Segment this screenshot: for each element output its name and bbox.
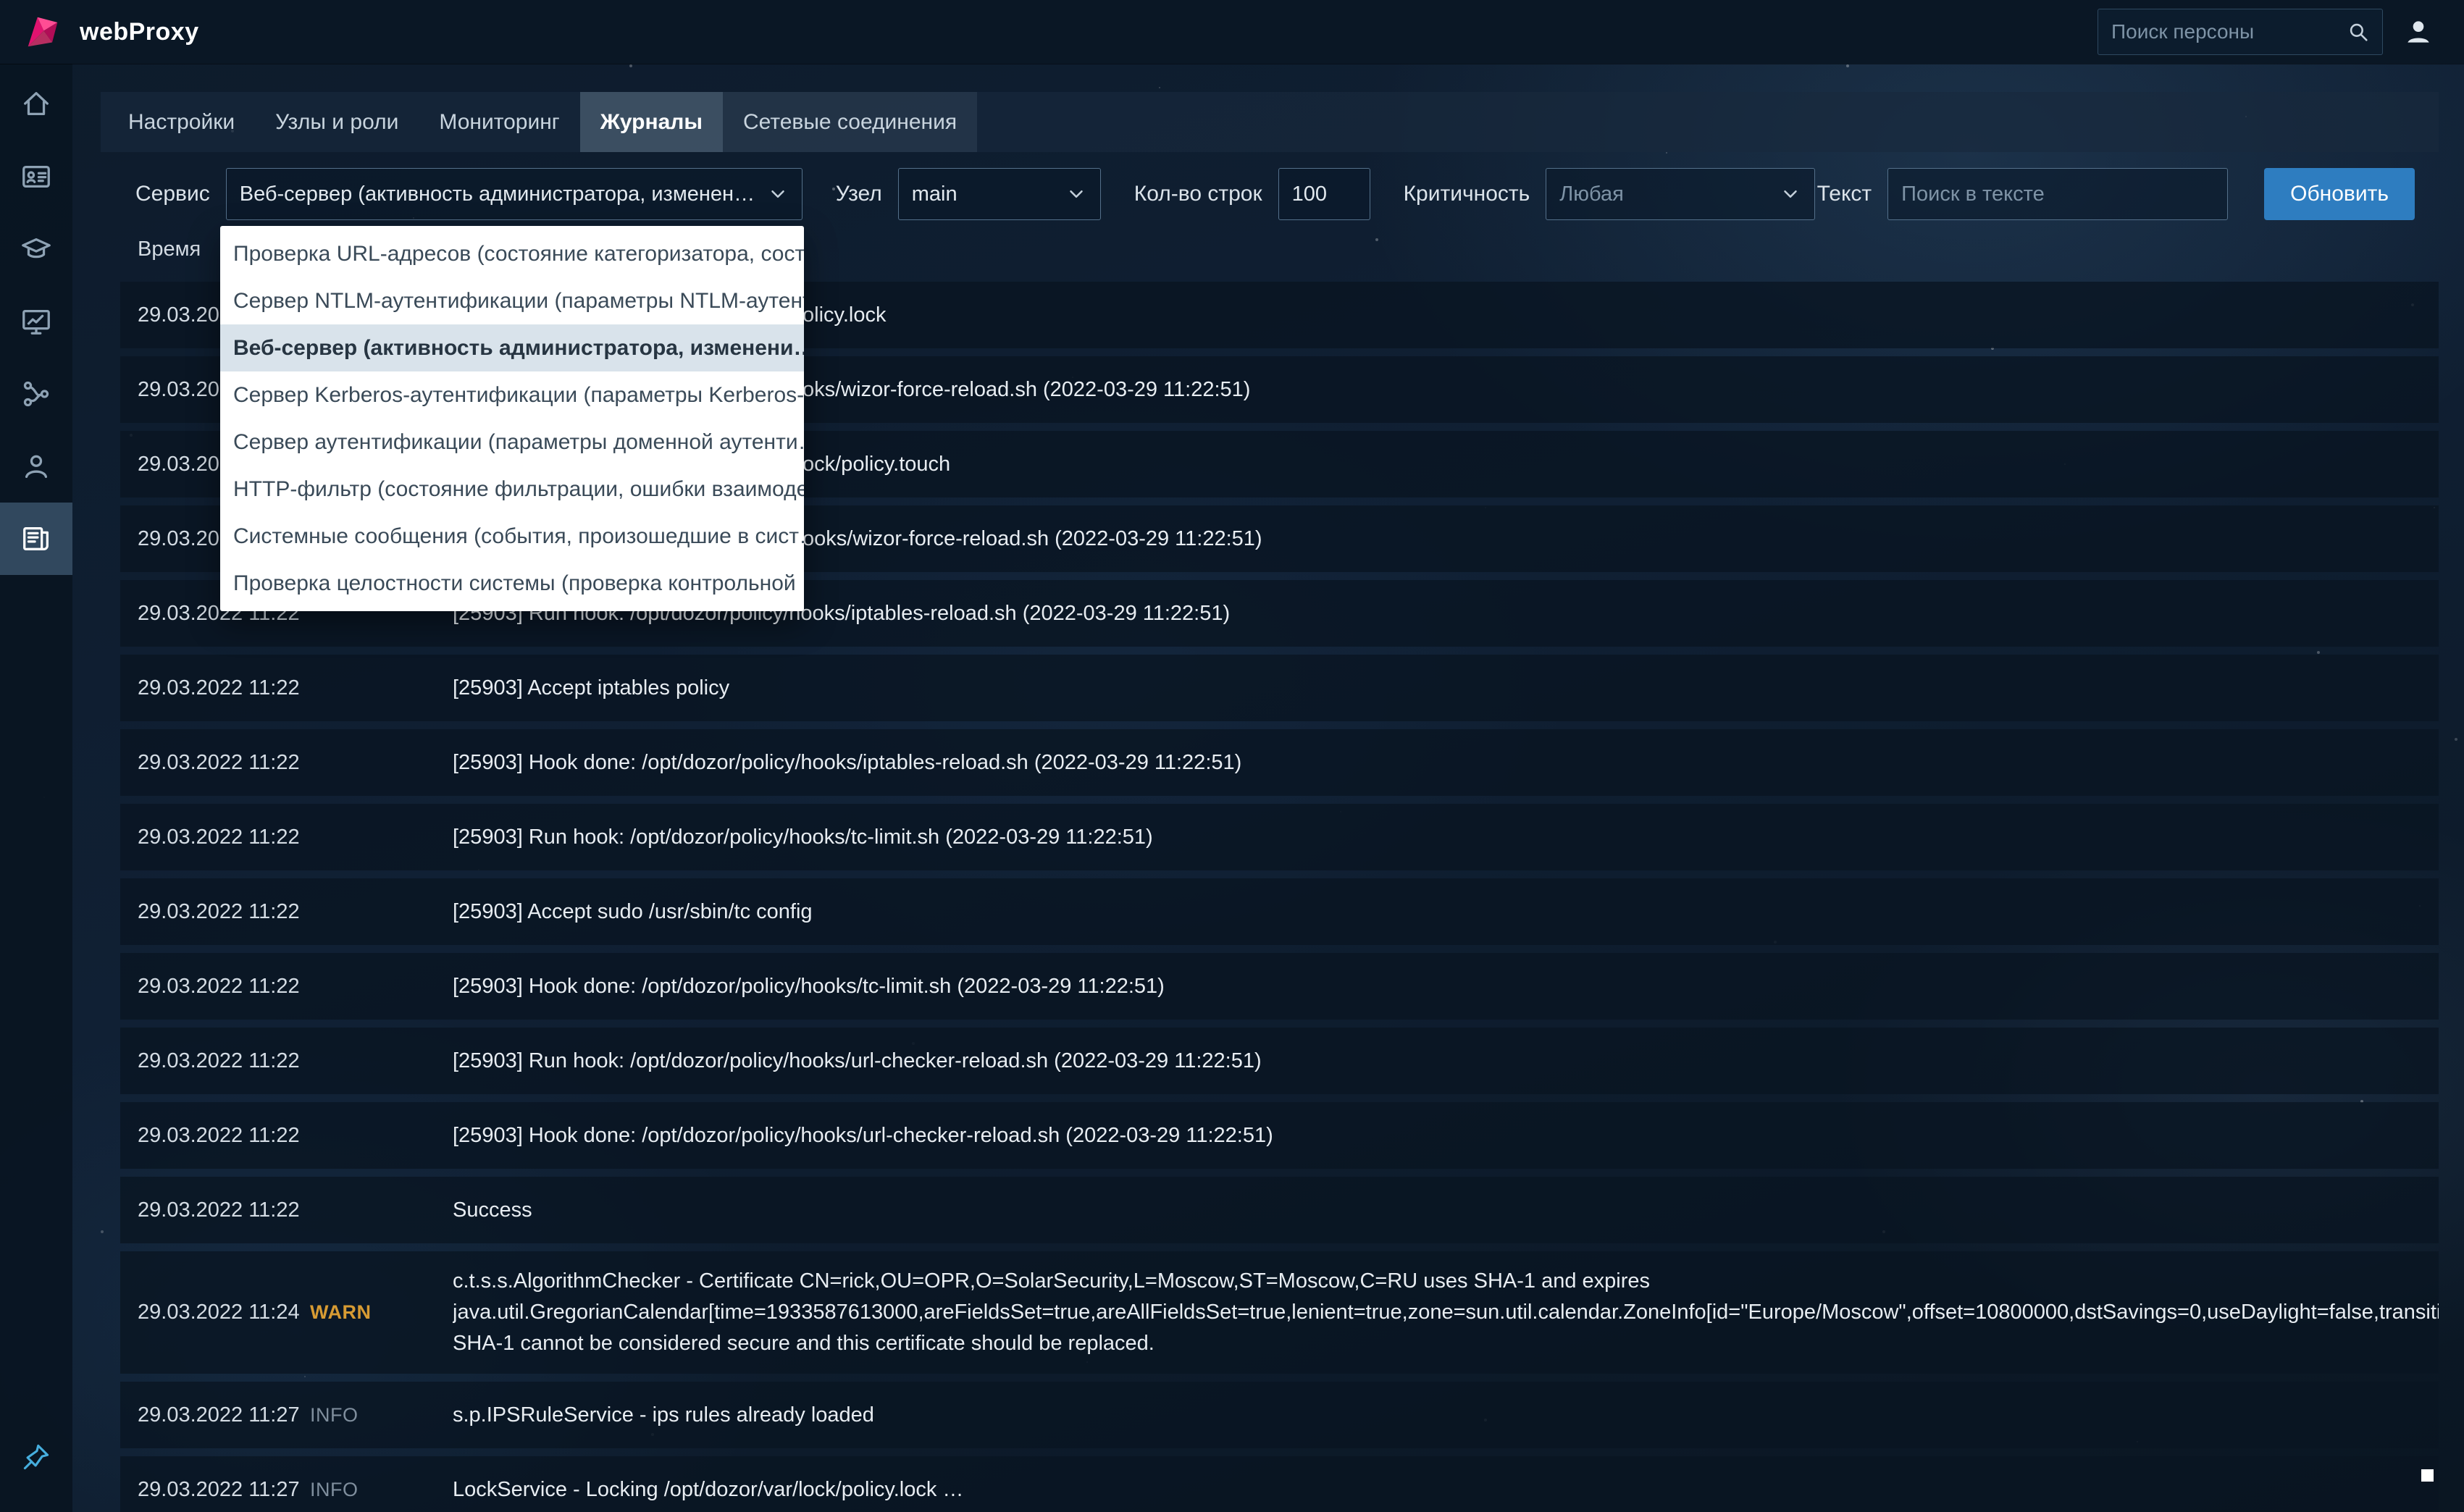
tabs: Настройки Узлы и роли Мониторинг Журналы… xyxy=(101,92,2439,152)
user-icon xyxy=(2408,21,2429,43)
row-time: 29.03.2022 11:24 xyxy=(138,1301,300,1324)
chevron-down-icon xyxy=(767,183,789,205)
analysis-icon xyxy=(23,381,49,407)
row-message: Success xyxy=(453,1198,532,1222)
contacts-card-icon xyxy=(22,165,50,188)
row-message: c.t.s.s.AlgorithmChecker - Certificate C… xyxy=(453,1269,2439,1355)
user-menu-button[interactable] xyxy=(2394,8,2442,56)
table-row: 29.03.2022 11:22 [25903] Hook done: /opt… xyxy=(120,953,2439,1020)
severity-select[interactable]: Любая xyxy=(1546,168,1816,220)
sidebar-item-contacts[interactable] xyxy=(0,140,72,213)
sidebar xyxy=(0,64,72,1512)
sidebar-item-home[interactable] xyxy=(0,68,72,140)
home-icon xyxy=(24,92,49,116)
person-icon xyxy=(25,455,48,479)
row-message: LockService - Locking /opt/dozor/var/loc… xyxy=(453,1477,964,1501)
node-label: Узел xyxy=(835,182,882,206)
row-severity: INFO xyxy=(310,1403,359,1426)
table-row: 29.03.2022 11:22 [25903] Accept sudo /us… xyxy=(120,878,2439,945)
table-row: 29.03.2022 11:24 WARN c.t.s.s.AlgorithmC… xyxy=(120,1251,2439,1374)
app-title: webProxy xyxy=(80,17,199,46)
tab-network-connections[interactable]: Сетевые соединения xyxy=(722,92,978,152)
severity-label: Критичность xyxy=(1403,182,1530,206)
table-row: 29.03.2022 11:22 [25903] Accept iptables… xyxy=(120,655,2439,721)
table-row: 29.03.2022 11:22 [25903] Run hook: /opt/… xyxy=(120,1028,2439,1094)
table-row: 29.03.2022 11:22 [25903] Hook done: /opt… xyxy=(120,729,2439,796)
sidebar-item-analysis[interactable] xyxy=(0,358,72,430)
row-time: 29.03.2022 11:22 xyxy=(138,1198,300,1222)
table-row: 29.03.2022 11:22 Success xyxy=(120,1177,2439,1243)
row-time: 29.03.2022 11:27 xyxy=(138,1477,300,1501)
table-row: 29.03.2022 11:22 [25903] Hook done: /opt… xyxy=(120,1102,2439,1169)
lines-input[interactable] xyxy=(1278,168,1370,220)
person-search[interactable] xyxy=(2098,9,2383,55)
sidebar-item-journals[interactable] xyxy=(0,503,72,575)
search-icon[interactable] xyxy=(2346,20,2371,44)
row-time: 29.03.2022 11:27 xyxy=(138,1403,300,1427)
text-filter-group: Текст xyxy=(1817,168,2229,220)
row-time: 29.03.2022 11:22 xyxy=(138,825,300,849)
severity-select-value: Любая xyxy=(1559,182,1624,206)
service-dropdown-item[interactable]: Сервер NTLM-аутентификации (параметры NT… xyxy=(220,277,804,324)
person-search-input[interactable] xyxy=(2110,20,2346,44)
pin-icon xyxy=(23,1444,49,1470)
row-severity: WARN xyxy=(310,1301,372,1323)
sidebar-item-dashboard[interactable] xyxy=(0,285,72,358)
table-row: 29.03.2022 11:22 [25903] Run hook: /opt/… xyxy=(120,804,2439,870)
tab-monitoring[interactable]: Мониторинг xyxy=(419,92,579,152)
row-message: s.p.IPSRuleService - ips rules already l… xyxy=(453,1403,874,1427)
row-time: 29.03.2022 11:22 xyxy=(138,899,300,923)
row-message: [25903] Hook done: /opt/dozor/policy/hoo… xyxy=(453,750,1242,774)
service-dropdown-item[interactable]: Сервер аутентификации (параметры доменно… xyxy=(220,419,804,466)
row-time: 29.03.2022 11:22 xyxy=(138,974,300,998)
row-message: [25903] Run hook: /opt/dozor/policy/hook… xyxy=(453,825,1153,849)
tab-settings[interactable]: Настройки xyxy=(108,92,255,152)
service-dropdown-item[interactable]: Сервер Kerberos-аутентификации (параметр… xyxy=(220,371,804,419)
service-select-value: Веб-сервер (активность администратора, и… xyxy=(239,182,757,206)
service-dropdown-item[interactable]: HTTP-фильтр (состояние фильтрации, ошибк… xyxy=(220,466,804,513)
app: webProxy Поиск персоны Настройки Узлы и … xyxy=(0,0,2464,1512)
topbar: webProxy xyxy=(0,0,2464,64)
text-search-input[interactable] xyxy=(1887,168,2229,220)
filters-bar: Сервис Веб-сервер (активность администра… xyxy=(135,168,2415,220)
education-cap-icon xyxy=(22,238,51,259)
scroll-corner[interactable] xyxy=(2421,1469,2434,1482)
row-time: 29.03.2022 11:22 xyxy=(138,676,300,700)
service-dropdown-item[interactable]: Системные сообщения (события, произошедш… xyxy=(220,513,804,560)
service-select[interactable]: Веб-сервер (активность администратора, и… xyxy=(225,168,803,220)
row-message: [25903] Run hook: /opt/dozor/policy/hook… xyxy=(453,1049,1262,1072)
row-time: 29.03.2022 11:22 xyxy=(138,750,300,774)
dashboard-chart-icon xyxy=(22,309,50,335)
chevron-down-icon xyxy=(1780,183,1801,205)
service-dropdown-item[interactable]: Веб-сервер (активность администратора, и… xyxy=(220,324,804,371)
journal-icon xyxy=(23,526,49,551)
table-row: 29.03.2022 11:27 INFO s.p.IPSRuleService… xyxy=(120,1382,2439,1448)
service-label: Сервис xyxy=(135,182,210,206)
row-time: 29.03.2022 11:22 xyxy=(138,1123,300,1147)
node-select[interactable]: main xyxy=(897,168,1101,220)
tab-journals[interactable]: Журналы xyxy=(579,92,723,152)
sidebar-pin-button[interactable] xyxy=(0,1421,72,1493)
row-severity: INFO xyxy=(310,1478,359,1500)
text-label: Текст xyxy=(1816,182,1872,206)
tab-nodes-roles[interactable]: Узлы и роли xyxy=(255,92,419,152)
service-dropdown-item[interactable]: Проверка URL-адресов (состояние категори… xyxy=(220,230,804,277)
row-message: [25903] Hook done: /opt/dozor/policy/hoo… xyxy=(453,974,1165,998)
row-time: 29.03.2022 11:22 xyxy=(138,1049,300,1072)
row-message: [25903] Accept sudo /usr/sbin/tc config xyxy=(453,899,813,923)
refresh-button[interactable]: Обновить xyxy=(2264,168,2415,220)
lines-label: Кол-во строк xyxy=(1133,182,1262,206)
node-select-value: main xyxy=(911,182,957,206)
sidebar-item-persons[interactable] xyxy=(0,430,72,503)
service-dropdown: Проверка URL-адресов (состояние категори… xyxy=(220,226,804,611)
app-logo-icon xyxy=(22,11,64,53)
table-row: 29.03.2022 11:27 INFO LockService - Lock… xyxy=(120,1456,2439,1512)
chevron-down-icon xyxy=(1065,183,1087,205)
sidebar-item-education[interactable] xyxy=(0,213,72,285)
row-message: [25903] Accept iptables policy xyxy=(453,676,730,700)
row-message: [25903] Hook done: /opt/dozor/policy/hoo… xyxy=(453,1123,1273,1147)
service-dropdown-item[interactable]: Проверка целостности системы (проверка к… xyxy=(220,560,804,607)
